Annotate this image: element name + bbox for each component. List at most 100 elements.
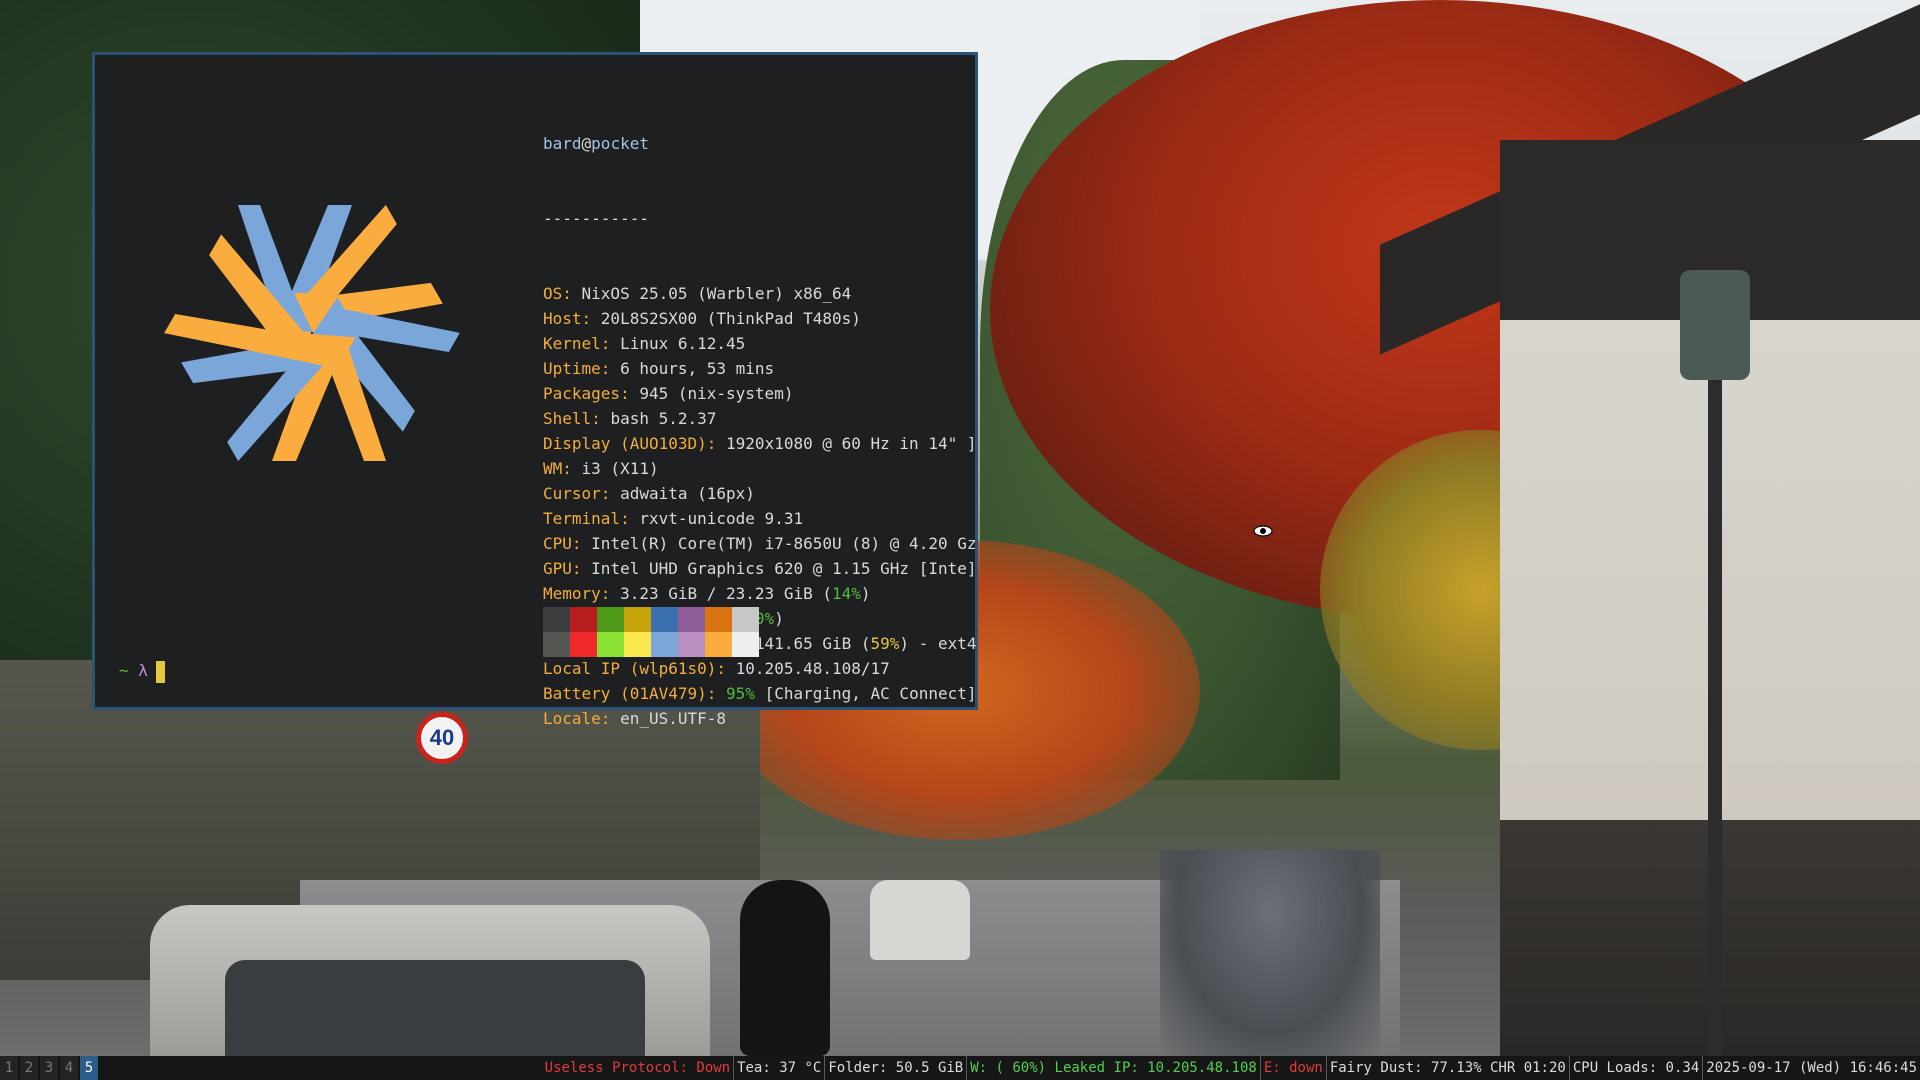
info-value: i3 (X11) (581, 459, 659, 478)
status-block: E: down (1259, 1056, 1326, 1080)
info-line: Display (AUO103D): 1920x1080 @ 60 Hz in … (543, 434, 977, 453)
status-block: W: ( 60%) Leaked IP: 10.205.48.108 (966, 1056, 1260, 1080)
status-block: CPU Loads: 0.34 (1568, 1056, 1702, 1080)
info-value: Linux 6.12.45 (620, 334, 746, 353)
workspace-button[interactable]: 3 (40, 1056, 58, 1080)
info-key: Display (AUO103D) (543, 434, 707, 453)
info-value: en_US.UTF-8 (620, 709, 727, 728)
wallpaper-car (870, 880, 970, 960)
wallpaper-motorcycle (740, 880, 830, 1056)
info-key: WM (543, 459, 563, 478)
info-value: adwaita (16px) (620, 484, 755, 503)
info-value: Intel(R) Core(TM) i7-8650U (8) @ 4.20 Gz (591, 534, 977, 553)
info-key: Terminal (543, 509, 621, 528)
info-value: ) (860, 584, 871, 603)
status-block: 2025-09-17 (Wed) 16:46:45 (1702, 1056, 1920, 1080)
info-key: OS (543, 284, 563, 303)
info-value: 945 (nix-system) (639, 384, 794, 403)
shell-prompt[interactable]: ~ λ (119, 659, 165, 683)
info-value: 3.23 GiB / 23.23 GiB ( (620, 584, 832, 603)
info-value: bash 5.2.37 (610, 409, 717, 428)
color-palette (543, 607, 759, 657)
palette-swatch (543, 632, 570, 657)
info-key: CPU (543, 534, 572, 553)
info-value: 6 hours, 53 mins (620, 359, 775, 378)
palette-bright-row (543, 632, 759, 657)
info-value: ) (774, 609, 784, 628)
info-key: Cursor (543, 484, 601, 503)
status-block: Tea: 37 °C (733, 1056, 824, 1080)
workspace-button[interactable]: 4 (60, 1056, 78, 1080)
palette-swatch (732, 607, 759, 632)
palette-swatch (570, 607, 597, 632)
info-value: rxvt-unicode 9.31 (639, 509, 804, 528)
user-host: bard@pocket (543, 134, 649, 153)
palette-swatch (597, 607, 624, 632)
workspace-switcher: 12345 (0, 1056, 100, 1080)
fastfetch-info: bard@pocket ----------- OS: NixOS 25.05 … (543, 81, 977, 781)
info-value: 20L8S2SX00 (ThinkPad T480s) (600, 309, 861, 328)
info-value: NixOS 25.05 (Warbler) x86_64 (581, 284, 852, 303)
palette-swatch (543, 607, 570, 632)
info-value-highlight: 14% (831, 584, 861, 603)
info-line: Local IP (wlp61s0): 10.205.48.108/17 (543, 659, 890, 678)
workspace-button[interactable]: 1 (0, 1056, 18, 1080)
wallpaper-street-lamp (1680, 270, 1750, 380)
palette-swatch (678, 607, 705, 632)
mouse-pointer-icon (1253, 525, 1273, 537)
info-line: Host: 20L8S2SX00 (ThinkPad T480s) (543, 309, 861, 328)
info-line: Memory: 3.23 GiB / 23.23 GiB (14%) (543, 584, 871, 603)
info-line: Locale: en_US.UTF-8 (543, 709, 727, 728)
status-block: Fairy Dust: 77.13% CHR 01:20 (1325, 1056, 1569, 1080)
info-key: Uptime (543, 359, 601, 378)
info-key: Local IP (wlp61s0) (543, 659, 717, 678)
workspace-button[interactable]: 2 (20, 1056, 38, 1080)
info-line: Terminal: rxvt-unicode 9.31 (543, 509, 804, 528)
palette-swatch (732, 632, 759, 657)
wallpaper-car-window (225, 960, 645, 1056)
prompt-symbol: λ (138, 661, 148, 680)
status-blocks: Useless Protocol: Down Tea: 37 °C Folder: … (542, 1056, 1920, 1080)
palette-swatch (624, 607, 651, 632)
info-value: Intel UHD Graphics 620 @ 1.15 GHz [Inte] (591, 559, 977, 578)
info-line: Battery (01AV479): 95% [Charging, AC Con… (543, 684, 977, 703)
info-value: [Charging, AC Connect] (754, 684, 977, 703)
palette-swatch (705, 632, 732, 657)
wallpaper-street-lamp-pole (1708, 270, 1722, 1056)
info-key: Packages (543, 384, 621, 403)
info-value-highlight: 95% (726, 684, 755, 703)
info-key: Shell (543, 409, 592, 428)
palette-swatch (651, 632, 678, 657)
i3-status-bar: 12345 Useless Protocol: Down Tea: 37 °C Fo… (0, 1056, 1920, 1080)
prompt-cwd: ~ (119, 661, 129, 680)
info-key: Kernel (543, 334, 601, 353)
info-line: Kernel: Linux 6.12.45 (543, 334, 746, 353)
info-value: ) - ext4 (899, 634, 977, 653)
info-key: GPU (543, 559, 572, 578)
palette-normal-row (543, 607, 759, 632)
info-key: Locale (543, 709, 601, 728)
text-cursor (155, 660, 165, 683)
info-line: Cursor: adwaita (16px) (543, 484, 755, 503)
info-line: Shell: bash 5.2.37 (543, 409, 717, 428)
info-line: Packages: 945 (nix-system) (543, 384, 794, 403)
info-line: CPU: Intel(R) Core(TM) i7-8650U (8) @ 4.… (543, 534, 977, 553)
workspace-button[interactable]: 5 (80, 1056, 98, 1080)
info-value: 10.205.48.108/17 (735, 659, 890, 678)
status-block: Useless Protocol: Down (544, 1060, 731, 1076)
info-key: Host (543, 309, 582, 328)
info-key: Battery (01AV479) (543, 684, 707, 703)
nixos-logo (164, 204, 460, 462)
wallpaper-pedestrians (1160, 850, 1380, 1056)
info-line: Uptime: 6 hours, 53 mins (543, 359, 775, 378)
palette-swatch (678, 632, 705, 657)
terminal-window[interactable]: bard@pocket ----------- OS: NixOS 25.05 … (92, 52, 978, 728)
info-line: GPU: Intel UHD Graphics 620 @ 1.15 GHz [… (543, 559, 977, 578)
info-line: OS: NixOS 25.05 (Warbler) x86_64 (543, 284, 852, 303)
wallpaper-speed-sign: 40 (416, 712, 468, 764)
palette-swatch (624, 632, 651, 657)
palette-swatch (705, 607, 732, 632)
info-key: Memory (543, 584, 601, 603)
separator-line: ----------- (543, 209, 649, 228)
palette-swatch (651, 607, 678, 632)
